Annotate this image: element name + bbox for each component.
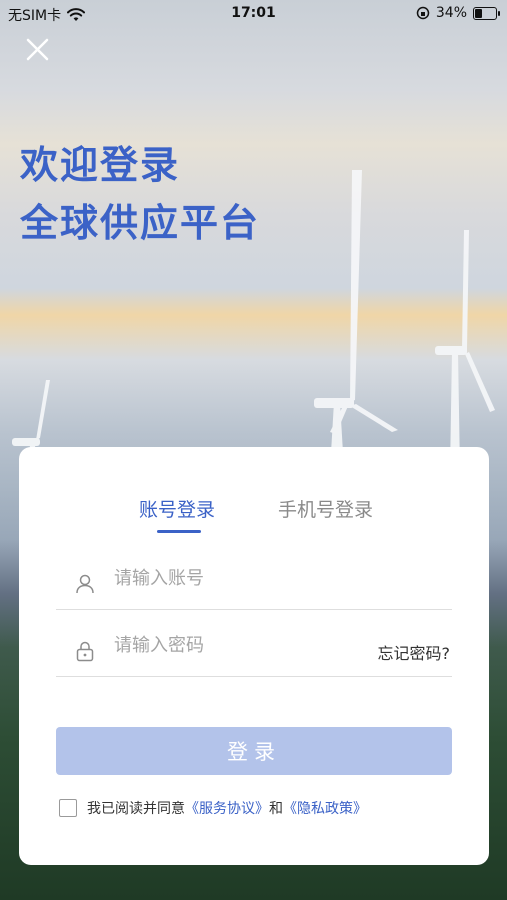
login-tabs: 账号登录 手机号登录	[19, 495, 489, 535]
privacy-policy-link[interactable]: 《隐私政策》	[283, 798, 367, 818]
close-button[interactable]	[22, 34, 54, 66]
tab-account-login[interactable]: 账号登录	[139, 495, 215, 522]
password-field: 忘记密码?	[56, 626, 452, 677]
agreement-row: 我已阅读并同意 《服务协议》 和 《隐私政策》	[59, 797, 367, 819]
agreement-and: 和	[269, 801, 283, 817]
user-icon	[76, 574, 94, 594]
active-tab-indicator	[157, 530, 201, 533]
battery-percent: 34%	[435, 5, 467, 21]
welcome-title-line2: 全球供应平台	[20, 201, 261, 245]
status-right: 34%	[416, 5, 500, 21]
password-input[interactable]	[112, 634, 366, 657]
login-card: 账号登录 手机号登录 忘记密码? 登录 我已阅读并同意 《服务协议》 和 《隐私…	[19, 447, 489, 865]
account-input[interactable]	[112, 567, 366, 590]
lock-icon	[76, 641, 94, 662]
tab-phone-login[interactable]: 手机号登录	[278, 495, 373, 522]
agreement-prefix: 我已阅读并同意	[87, 801, 185, 817]
forgot-password-link[interactable]: 忘记密码?	[378, 640, 451, 664]
orientation-lock-icon	[416, 6, 430, 20]
close-icon	[26, 38, 49, 61]
battery-icon	[473, 6, 500, 20]
service-agreement-link[interactable]: 《服务协议》	[185, 798, 269, 818]
account-field	[56, 559, 452, 610]
agreement-checkbox[interactable]	[59, 799, 77, 817]
welcome-title-line1: 欢迎登录	[20, 143, 181, 187]
welcome-heading: 欢迎登录 全球供应平台	[20, 136, 260, 252]
status-bar: 无SIM卡 17:01 34%	[0, 0, 507, 28]
login-button[interactable]: 登录	[56, 727, 452, 775]
